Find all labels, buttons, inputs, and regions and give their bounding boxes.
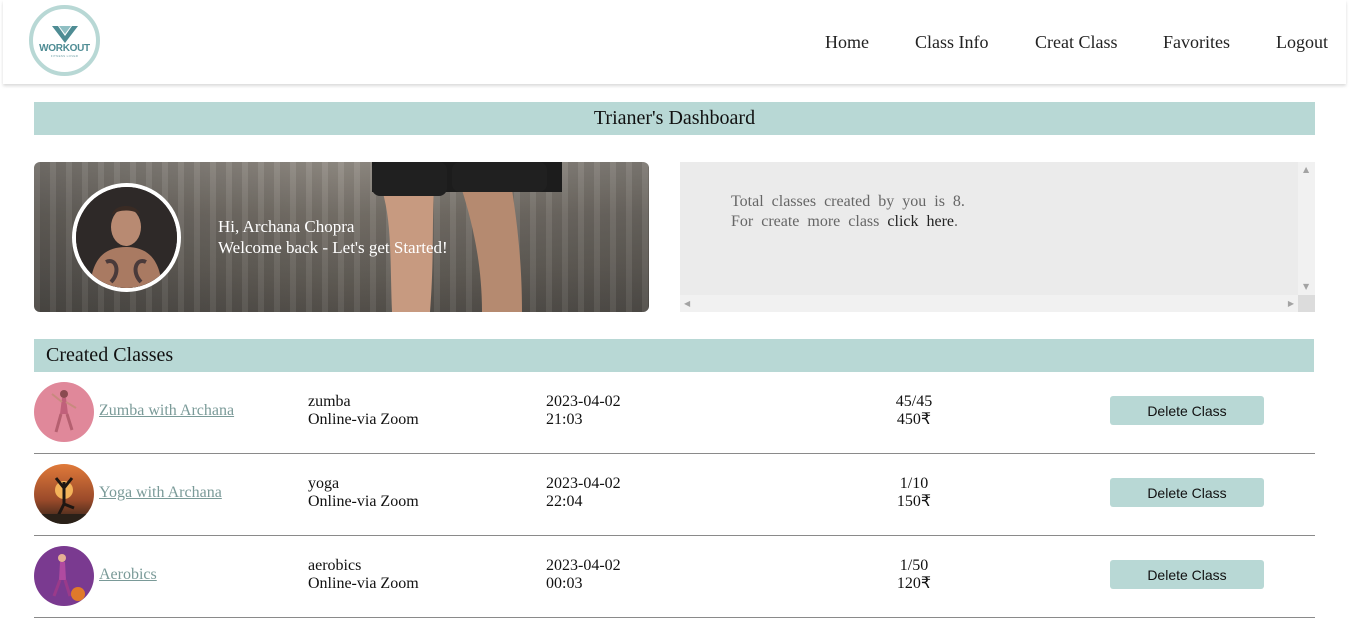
scroll-down-icon[interactable]: ▼	[1303, 283, 1309, 291]
created-classes-header: Created Classes	[34, 339, 1314, 372]
class-price: 150₹	[896, 493, 932, 510]
class-thumbnail	[34, 464, 94, 524]
welcome-text: Hi, Archana Chopra Welcome back - Let's …	[218, 216, 448, 258]
navbar: WORKOUT FITNESS LOVER Home Class Info Cr…	[3, 0, 1346, 84]
class-row: Aerobics aerobics Online-via Zoom 2023-0…	[34, 536, 1315, 618]
vertical-scrollbar[interactable]: ▲ ▼	[1298, 162, 1315, 295]
class-thumbnail	[34, 546, 94, 606]
class-price: 450₹	[896, 411, 932, 428]
class-mode: Online-via Zoom	[308, 575, 419, 592]
nav-logout[interactable]: Logout	[1276, 32, 1328, 53]
aerobics-image	[34, 546, 94, 606]
trainer-photo	[76, 187, 177, 288]
logo-subtitle: FITNESS LOVER	[50, 53, 79, 58]
class-name-link[interactable]: Zumba with Archana	[99, 402, 234, 420]
trainer-avatar	[72, 183, 181, 292]
class-schedule: 2023-04-02 21:03	[546, 393, 621, 429]
class-mode: Online-via Zoom	[308, 493, 419, 510]
summary-text: Total classes created by you is 8. For c…	[731, 192, 965, 232]
delete-class-button[interactable]: Delete Class	[1110, 396, 1264, 425]
create-more-suffix: .	[954, 213, 959, 230]
class-category: yoga	[308, 475, 340, 492]
nav-create-class[interactable]: Creat Class	[1035, 32, 1118, 53]
nav-links: Home Class Info Creat Class Favorites Lo…	[3, 32, 1346, 54]
nav-home[interactable]: Home	[825, 32, 869, 53]
class-seats: 45/45	[895, 393, 933, 410]
class-time: 21:03	[546, 411, 583, 428]
class-type: aerobics Online-via Zoom	[308, 557, 419, 593]
scroll-right-icon[interactable]: ▶	[1288, 300, 1294, 308]
class-mode: Online-via Zoom	[308, 411, 419, 428]
class-schedule: 2023-04-02 22:04	[546, 475, 621, 511]
class-type: yoga Online-via Zoom	[308, 475, 419, 511]
total-classes-text: Total classes created by you is 8.	[731, 193, 965, 210]
scrollbar-corner	[1298, 295, 1315, 312]
class-thumbnail	[34, 382, 94, 442]
classes-summary-box: Total classes created by you is 8. For c…	[680, 162, 1315, 312]
class-price: 120₹	[896, 575, 932, 592]
class-time: 22:04	[546, 493, 583, 510]
class-row: Zumba with Archana zumba Online-via Zoom…	[34, 372, 1315, 454]
class-schedule: 2023-04-02 00:03	[546, 557, 621, 593]
class-date: 2023-04-02	[546, 393, 621, 410]
horizontal-scrollbar[interactable]: ◀ ▶	[680, 295, 1298, 312]
class-name-link[interactable]: Aerobics	[99, 566, 157, 584]
class-stats: 1/50 120₹	[864, 557, 964, 593]
nav-favorites[interactable]: Favorites	[1163, 32, 1230, 53]
class-category: zumba	[308, 393, 351, 410]
greeting-text: Hi, Archana Chopra	[218, 217, 355, 236]
class-time: 00:03	[546, 575, 583, 592]
dashboard-title: Trianer's Dashboard	[34, 102, 1315, 135]
scroll-up-icon[interactable]: ▲	[1303, 166, 1309, 174]
create-more-prefix: For create more class	[731, 213, 888, 230]
class-type: zumba Online-via Zoom	[308, 393, 419, 429]
nav-class-info[interactable]: Class Info	[915, 32, 989, 53]
class-date: 2023-04-02	[546, 475, 621, 492]
class-stats: 45/45 450₹	[864, 393, 964, 429]
class-category: aerobics	[308, 557, 362, 574]
delete-class-button[interactable]: Delete Class	[1110, 478, 1264, 507]
welcome-banner: Hi, Archana Chopra Welcome back - Let's …	[34, 162, 649, 312]
class-row: Yoga with Archana yoga Online-via Zoom 2…	[34, 454, 1315, 536]
delete-class-button[interactable]: Delete Class	[1110, 560, 1264, 589]
class-date: 2023-04-02	[546, 557, 621, 574]
class-seats: 1/50	[899, 557, 929, 574]
class-name-link[interactable]: Yoga with Archana	[99, 484, 222, 502]
yoga-image	[34, 464, 94, 524]
class-seats: 1/10	[899, 475, 929, 492]
click-here-link[interactable]: click here	[887, 213, 954, 230]
zumba-image	[34, 382, 94, 442]
create-more-text: For create more class click here.	[731, 212, 965, 232]
class-stats: 1/10 150₹	[864, 475, 964, 511]
welcome-back-text: Welcome back - Let's get Started!	[218, 238, 448, 257]
scroll-left-icon[interactable]: ◀	[684, 300, 690, 308]
